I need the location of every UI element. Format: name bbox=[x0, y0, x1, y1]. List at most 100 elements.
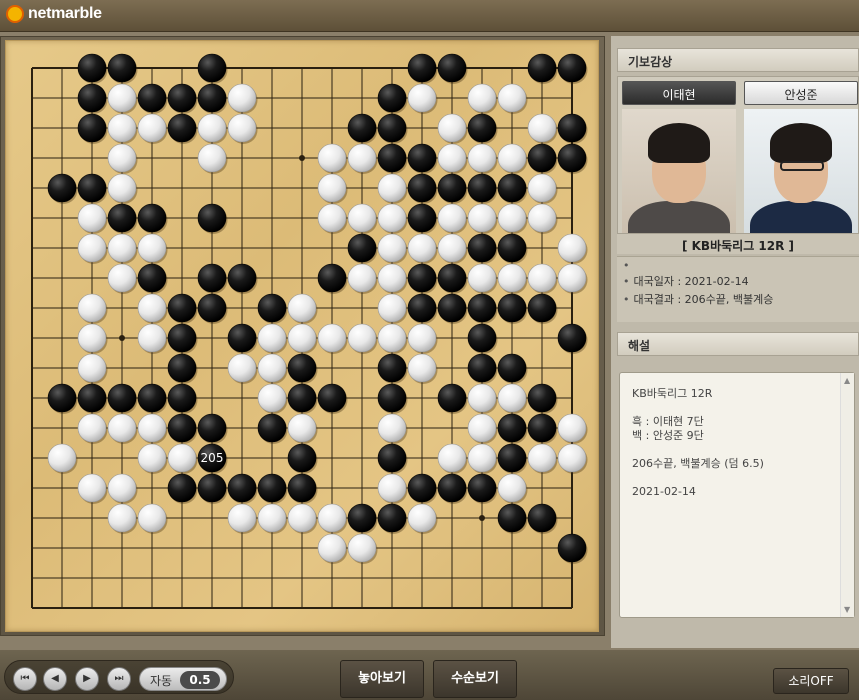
black-stone bbox=[347, 113, 377, 143]
black-player-name: 이태현 bbox=[622, 81, 736, 105]
black-stone bbox=[107, 383, 137, 413]
auto-play-control[interactable]: 자동 0.5 bbox=[139, 667, 227, 691]
move-sequence-button[interactable]: 수순보기 bbox=[433, 660, 517, 698]
white-stone bbox=[107, 473, 137, 503]
white-stone bbox=[497, 143, 527, 173]
black-stone bbox=[257, 473, 287, 503]
white-stone bbox=[137, 503, 167, 533]
white-stone bbox=[377, 323, 407, 353]
white-stone bbox=[437, 233, 467, 263]
next-move-button[interactable]: ▶ bbox=[75, 667, 99, 691]
white-stone bbox=[77, 413, 107, 443]
white-stone bbox=[197, 113, 227, 143]
white-stone bbox=[227, 83, 257, 113]
auto-label: 자동 bbox=[150, 674, 173, 688]
black-stone bbox=[287, 473, 317, 503]
last-move-button[interactable]: ⏭ bbox=[107, 667, 131, 691]
prev-move-button[interactable]: ◀ bbox=[43, 667, 67, 691]
black-stone bbox=[557, 143, 587, 173]
black-stone bbox=[497, 443, 527, 473]
white-stone bbox=[347, 533, 377, 563]
commentary-box[interactable]: KB바둑리그 12R 흑 : 이태현 7단 백 : 안성준 9단 206수끝, 백불계… bbox=[619, 372, 855, 618]
black-stone bbox=[467, 323, 497, 353]
white-stone bbox=[287, 503, 317, 533]
white-stone bbox=[527, 173, 557, 203]
black-stone bbox=[47, 383, 77, 413]
black-stone bbox=[197, 293, 227, 323]
white-stone bbox=[467, 383, 497, 413]
white-stone bbox=[377, 173, 407, 203]
black-stone bbox=[527, 143, 557, 173]
black-stone bbox=[407, 203, 437, 233]
black-stone bbox=[257, 413, 287, 443]
white-stone bbox=[107, 173, 137, 203]
black-player-photo bbox=[622, 109, 736, 233]
black-stone bbox=[227, 263, 257, 293]
white-stone bbox=[437, 443, 467, 473]
logo-text: netmarble bbox=[28, 5, 102, 22]
white-stone bbox=[467, 413, 497, 443]
white-stone bbox=[527, 443, 557, 473]
white-stone bbox=[137, 413, 167, 443]
white-stone bbox=[227, 503, 257, 533]
sound-toggle-button[interactable]: 소리OFF bbox=[773, 668, 849, 694]
black-stone bbox=[77, 53, 107, 83]
black-stone bbox=[527, 503, 557, 533]
white-stone bbox=[377, 413, 407, 443]
black-stone bbox=[437, 173, 467, 203]
match-title: [ KB바둑리그 12R ] bbox=[617, 234, 859, 254]
black-stone bbox=[197, 413, 227, 443]
white-stone bbox=[227, 113, 257, 143]
commentary-scrollbar[interactable]: ▲ ▼ bbox=[840, 373, 854, 617]
black-stone bbox=[167, 293, 197, 323]
black-stone bbox=[527, 53, 557, 83]
commentary-text: KB바둑리그 12R 흑 : 이태현 7단 백 : 안성준 9단 206수끝, 백불계… bbox=[632, 387, 832, 499]
black-player-card: 이태현 bbox=[620, 79, 738, 233]
star-point bbox=[119, 335, 125, 341]
first-move-button[interactable]: ⏮ bbox=[13, 667, 37, 691]
place-stone-button[interactable]: 놓아보기 bbox=[340, 660, 424, 698]
go-board[interactable]: 205 bbox=[5, 40, 599, 632]
board-grid[interactable]: 205 bbox=[6, 41, 600, 633]
black-stone bbox=[497, 293, 527, 323]
commentary-heading: 해설 bbox=[617, 332, 859, 356]
black-stone bbox=[527, 413, 557, 443]
black-stone bbox=[377, 383, 407, 413]
scroll-down-icon[interactable]: ▼ bbox=[844, 605, 850, 614]
black-stone bbox=[197, 473, 227, 503]
black-stone bbox=[437, 473, 467, 503]
white-player-photo bbox=[744, 109, 858, 233]
black-stone bbox=[377, 113, 407, 143]
white-stone bbox=[137, 323, 167, 353]
white-stone bbox=[107, 83, 137, 113]
black-stone bbox=[167, 113, 197, 143]
black-stone bbox=[137, 203, 167, 233]
white-player-card: 안성준 bbox=[742, 79, 859, 233]
white-stone bbox=[107, 413, 137, 443]
auto-speed-value[interactable]: 0.5 bbox=[180, 671, 220, 689]
white-stone bbox=[407, 353, 437, 383]
sidebar: 기보감상 이태현 안성준 [ KB바둑리그 12R ] 대국일자 : 2021-… bbox=[611, 36, 859, 648]
white-stone bbox=[167, 443, 197, 473]
commentary-line bbox=[632, 443, 832, 457]
black-stone bbox=[407, 53, 437, 83]
white-stone bbox=[527, 113, 557, 143]
white-stone bbox=[467, 83, 497, 113]
white-stone bbox=[377, 203, 407, 233]
white-stone bbox=[317, 173, 347, 203]
white-player-name: 안성준 bbox=[744, 81, 858, 105]
white-stone bbox=[347, 143, 377, 173]
scroll-up-icon[interactable]: ▲ bbox=[844, 376, 850, 385]
white-stone bbox=[137, 443, 167, 473]
black-stone bbox=[527, 383, 557, 413]
black-stone bbox=[497, 233, 527, 263]
black-stone bbox=[197, 203, 227, 233]
white-stone bbox=[137, 113, 167, 143]
white-stone bbox=[317, 533, 347, 563]
black-stone bbox=[227, 473, 257, 503]
white-stone bbox=[497, 383, 527, 413]
black-stone bbox=[377, 353, 407, 383]
white-stone bbox=[347, 323, 377, 353]
black-stone bbox=[167, 323, 197, 353]
white-stone bbox=[377, 263, 407, 293]
